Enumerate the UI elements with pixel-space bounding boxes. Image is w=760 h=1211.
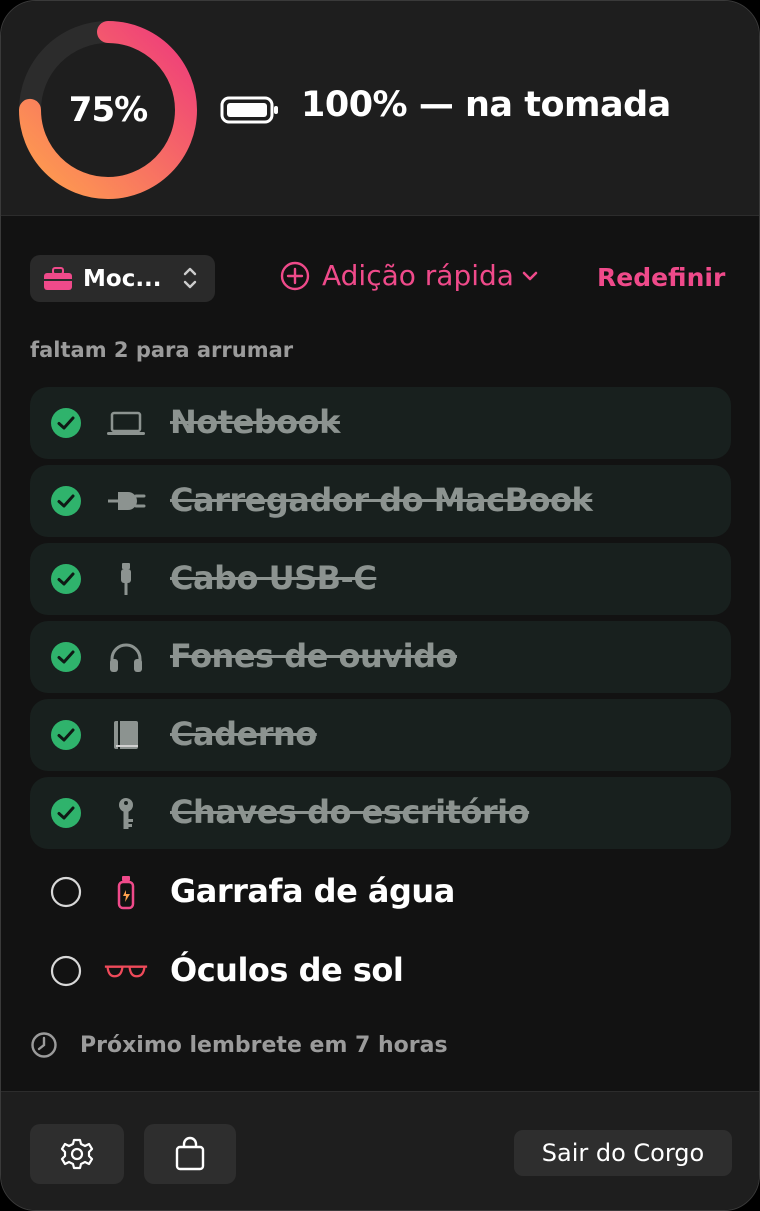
checkmark-icon[interactable] [50,563,82,595]
plus-circle-icon [280,261,310,290]
sunglasses-icon [104,965,148,978]
bag-button[interactable] [144,1124,236,1184]
item-label: Caderno [170,715,317,753]
quick-add-button[interactable]: Adição rápida [280,259,538,292]
next-reminder: Próximo lembrete em 7 horas [30,1031,448,1059]
gear-icon [60,1138,94,1170]
list-item[interactable]: Cabo USB-C [30,543,731,615]
battery-icon [220,96,278,124]
briefcase-icon [44,266,72,290]
chevron-down-icon [522,271,538,280]
laptop-icon [107,411,145,435]
item-label: Chaves do escritório [170,793,530,831]
empty-circle-icon[interactable] [50,955,82,987]
checkmark-icon[interactable] [50,485,82,517]
remaining-count: faltam 2 para arrumar [30,338,294,362]
list-item[interactable]: Carregador do MacBook [30,465,731,537]
list-item[interactable]: Óculos de sol [30,935,731,1007]
checkmark-icon[interactable] [50,407,82,439]
cable-icon [121,563,131,595]
headphones-icon [110,643,142,672]
item-label: Garrafa de água [170,872,455,910]
chevron-updown-icon [183,267,197,289]
reset-button[interactable]: Redefinir [597,263,725,292]
app-window: 75% 100% — na tomada Moc... Adição rápid… [0,0,760,1211]
checkmark-icon[interactable] [50,641,82,673]
list-item[interactable]: Chaves do escritório [30,777,731,849]
battery-header: 75% 100% — na tomada [1,1,759,216]
book-icon [114,721,138,749]
clock-icon [31,1032,57,1058]
shopping-bag-icon [175,1136,205,1171]
water-bottle-icon [117,876,135,910]
list-item[interactable]: Notebook [30,387,731,459]
battery-status: 100% — na tomada [301,85,671,125]
checkmark-icon[interactable] [50,719,82,751]
settings-button[interactable] [30,1124,124,1184]
footer-bar: Sair do Corgo [1,1091,759,1210]
list-item[interactable]: Garrafa de água [30,856,731,928]
key-icon [119,798,133,829]
checkmark-icon[interactable] [50,797,82,829]
quick-add-label: Adição rápida [322,259,514,292]
list-name: Moc... [83,265,162,292]
item-label: Fones de ouvido [170,637,457,675]
progress-percent: 75% [68,90,148,130]
item-label: Óculos de sol [170,951,404,989]
list-item[interactable]: Fones de ouvido [30,621,731,693]
item-label: Notebook [170,403,340,441]
list-selector[interactable]: Moc... [30,255,215,302]
item-label: Carregador do MacBook [170,481,593,519]
list-item[interactable]: Caderno [30,699,731,771]
item-label: Cabo USB-C [170,559,377,597]
power-plug-icon [108,492,146,510]
empty-circle-icon[interactable] [50,876,82,908]
quit-button[interactable]: Sair do Corgo [514,1130,732,1176]
reminder-text: Próximo lembrete em 7 horas [80,1032,448,1058]
